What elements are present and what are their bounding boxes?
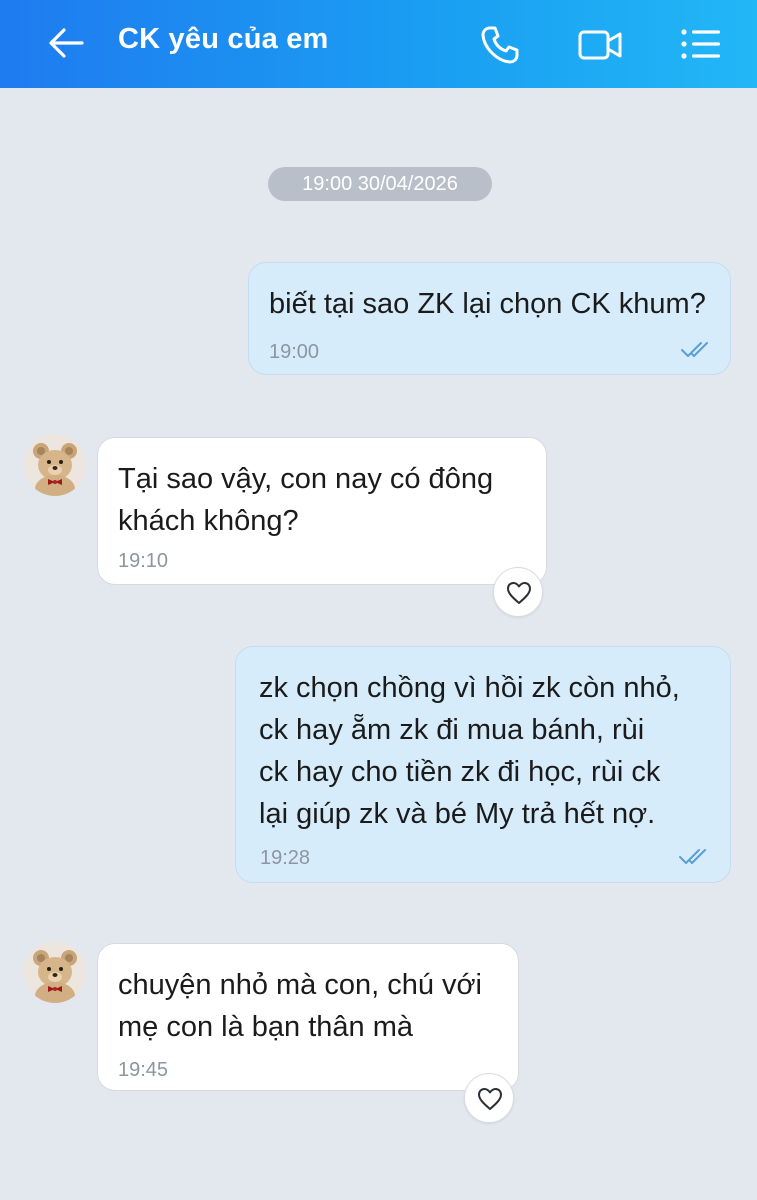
teddy-bear-icon <box>24 941 86 1003</box>
reaction-button[interactable] <box>493 567 543 617</box>
heart-icon <box>507 582 531 604</box>
phone-icon[interactable] <box>479 24 521 66</box>
chat-header: CK yêu của em <box>0 0 757 88</box>
double-check-icon <box>681 342 708 357</box>
avatar[interactable] <box>24 941 86 1003</box>
message-time: 19:10 <box>118 550 169 572</box>
message-time: 19:00 <box>269 341 320 363</box>
message-bubble-outgoing[interactable]: zk chọn chồng vì hồi zk còn nhỏ, ck hay … <box>235 646 731 883</box>
message-bubble-incoming[interactable]: Tại sao vậy, con nay có đông khách không… <box>97 437 547 585</box>
teddy-bear-icon <box>24 434 86 496</box>
chat-title: CK yêu của em <box>118 23 329 55</box>
message-text: biết tại sao ZK lại chọn CK khum? <box>269 288 706 320</box>
date-separator: 19:00 30/04/2026 <box>268 167 492 201</box>
double-check-icon <box>679 849 706 864</box>
message-time: 19:45 <box>118 1059 169 1081</box>
message-time: 19:28 <box>260 847 311 869</box>
message-text: zk chọn chồng vì hồi zk còn nhỏ, ck hay … <box>259 672 680 830</box>
message-text: Tại sao vậy, con nay có đông khách không… <box>118 463 494 537</box>
avatar[interactable] <box>24 434 86 496</box>
message-text: chuyện nhỏ mà con, chú với mẹ con là bạn… <box>118 969 483 1043</box>
message-bubble-outgoing[interactable]: biết tại sao ZK lại chọn CK khum? 19:00 <box>248 262 731 375</box>
message-bubble-incoming[interactable]: chuyện nhỏ mà con, chú với mẹ con là bạn… <box>97 943 519 1091</box>
menu-list-icon[interactable] <box>680 27 722 61</box>
reaction-button[interactable] <box>464 1073 514 1123</box>
back-arrow-icon[interactable] <box>46 26 86 60</box>
heart-icon <box>478 1088 502 1110</box>
video-camera-icon[interactable] <box>577 27 623 63</box>
